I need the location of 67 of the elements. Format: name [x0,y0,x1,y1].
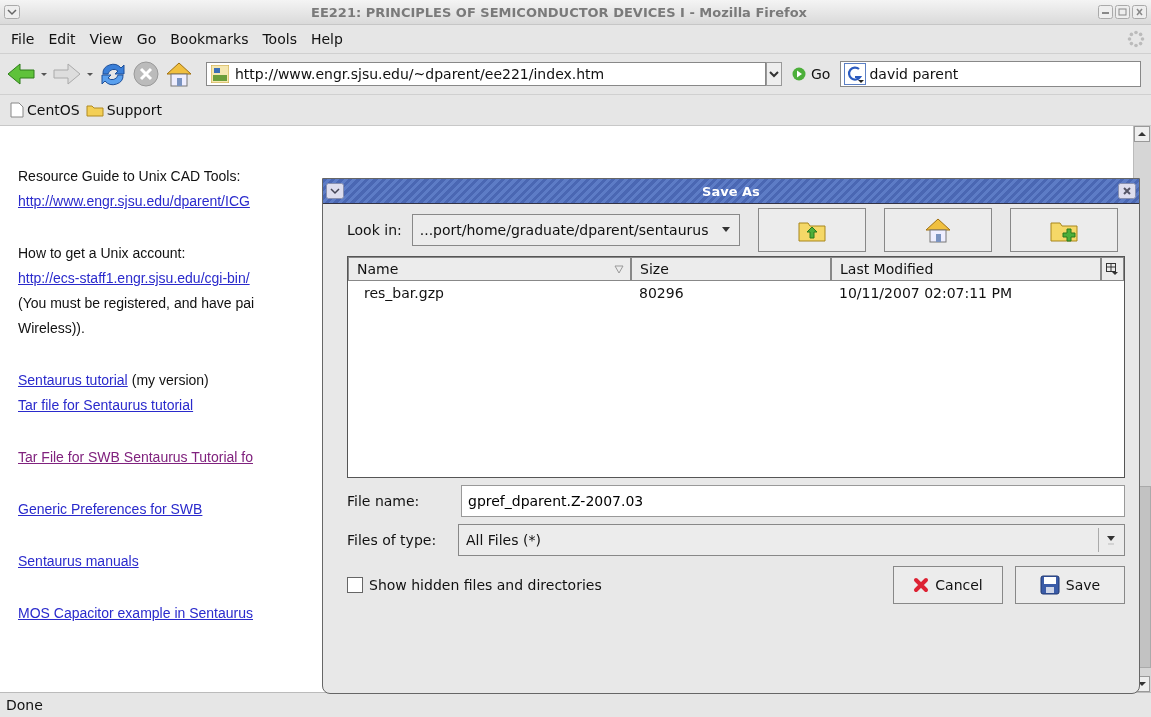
window-menu-icon[interactable] [4,5,20,19]
cancel-button[interactable]: Cancel [893,566,1003,604]
page-icon [211,65,229,83]
link[interactable]: Tar File for SWB Sentaurus Tutorial fo [18,449,253,465]
page-icon [10,102,24,118]
file-name-field[interactable]: gpref_dparent.Z-2007.03 [461,485,1125,517]
minimize-icon[interactable] [1098,5,1113,19]
file-type-dropdown[interactable]: All Files (*) [458,524,1125,556]
dropdown-icon[interactable] [766,62,782,86]
folder-icon [85,103,104,117]
page-text: Wireless)). [18,320,85,336]
menu-item[interactable]: Edit [43,29,81,49]
menu-item[interactable]: Bookmarks [165,29,254,49]
menu-item[interactable]: File [6,29,40,49]
close-icon[interactable] [1132,5,1147,19]
save-button[interactable]: Save [1015,566,1125,604]
go-icon [792,67,806,81]
throbber-icon [1127,30,1145,48]
new-folder-button[interactable] [1009,208,1118,252]
page-text: (You must be registered, and have pai [18,295,255,311]
menu-item[interactable]: Help [305,29,348,49]
link[interactable]: Generic Preferences for SWB [18,501,203,517]
link[interactable]: Sentaurus manuals [18,553,139,569]
search-engine-icon[interactable] [844,63,867,85]
link[interactable]: http://www.engr.sjsu.edu/dparent/ICG [18,193,250,209]
column-menu-button[interactable] [1101,257,1124,281]
bookmark-item[interactable]: CentOS [10,102,80,118]
stop-icon[interactable] [132,60,160,88]
scroll-up-icon[interactable] [1134,126,1150,142]
column-header[interactable]: Last Modified [831,257,1101,281]
page-text: How to get a Unix account: [18,245,186,261]
menu-item[interactable]: Tools [257,29,302,49]
column-menu-icon [1106,263,1118,275]
column-header[interactable]: Size [631,257,831,281]
menu-item[interactable]: View [84,29,128,49]
search-field[interactable]: david parent [840,61,1141,87]
status-text: Done [6,697,43,713]
window-menu-icon[interactable] [326,183,344,199]
page-text: Resource Guide to Unix CAD Tools: [18,168,241,184]
address-field[interactable]: http://www.engr.sjsu.edu/~dparent/ee221/index.htm [206,62,766,86]
close-icon[interactable] [1118,183,1136,199]
page-text: (my version) [131,372,209,388]
home-icon[interactable] [164,60,194,88]
table-cell-text: 80296 [638,285,685,301]
dialog-title: Save As [701,183,761,199]
bookmark-item[interactable]: Support [85,102,162,118]
column-header[interactable]: Name [348,257,631,281]
up-folder-button[interactable] [757,208,866,252]
link[interactable]: http://ecs-staff1.engr.sjsu.edu/cgi-bin/ [18,270,250,286]
cross-icon [913,577,930,593]
link[interactable]: Sentaurus tutorial [18,372,128,388]
url-text: http://www.engr.sjsu.edu/~dparent/ee221/index.htm [235,66,605,82]
field-label: File name: [347,493,421,509]
link[interactable]: Tar file for Sentaurus tutorial [18,397,194,413]
file-name-cell[interactable]: res_bar.gzp [348,285,631,301]
field-label: Files of type: [347,532,438,548]
go-button[interactable]: Go [786,66,837,82]
field-label: Look in: [347,222,402,238]
home-button[interactable] [883,208,992,252]
search-text: david parent [869,66,959,82]
menu-item[interactable]: Go [131,29,162,49]
back-arrow-icon[interactable] [6,61,36,87]
table-cell-text: 10/11/2007 02:07:11 PM [838,285,1013,301]
folder-dropdown[interactable]: ...port/home/graduate/dparent/sentaurus [411,214,740,246]
window-title: EE221: PRINCIPLES OF SEMICONDUCTOR DEVICES I - Mozilla Firefox [310,4,808,20]
show-hidden-checkbox[interactable]: Show hidden files and directories [347,577,602,593]
link[interactable]: MOS Capacitor example in Sentaurus [18,605,253,621]
